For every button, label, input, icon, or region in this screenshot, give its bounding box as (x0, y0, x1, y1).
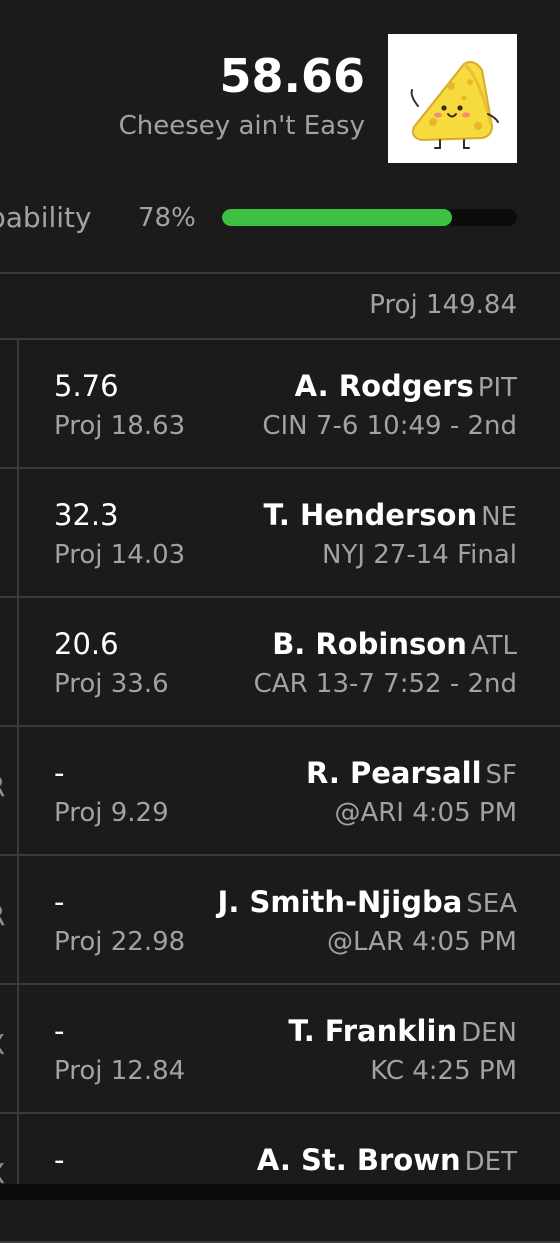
player-name[interactable]: R. Pearsall (306, 756, 482, 790)
player-name-line[interactable]: A. St. Brown DET (257, 1142, 517, 1180)
player-points: 5.76 (54, 369, 119, 403)
cheese-character-icon (410, 61, 499, 149)
player-name[interactable]: T. Henderson (263, 498, 477, 532)
team-score: 58.66 (219, 49, 365, 103)
player-row[interactable]: 32.3 Proj 14.03 T. Henderson NE NYJ 27-14 Fi… (0, 469, 560, 598)
player-name-line[interactable]: R. Pearsall SF (306, 755, 517, 793)
game-status: @ARI 4:05 PM (334, 798, 517, 828)
game-status: NYJ 27-14 Final (322, 540, 517, 570)
player-points: - (54, 1143, 65, 1177)
game-status: @LAR 4:05 PM (327, 927, 517, 957)
game-status: CIN 7-6 10:49 - 2nd (262, 411, 517, 441)
player-team: SEA (466, 889, 517, 919)
position-label: X (0, 1025, 5, 1065)
player-row[interactable]: X-A. St. BrownDET (0, 1114, 560, 1243)
player-points: - (54, 1014, 65, 1048)
player-projection: Proj 14.03 (54, 540, 186, 570)
player-points: 20.6 (54, 627, 119, 661)
player-team: SF (485, 760, 517, 790)
player-row[interactable]: 20.6 Proj 33.6 B. Robinson ATL CAR 13-7 7:52… (0, 598, 560, 727)
player-team: NE (481, 502, 517, 532)
player-name[interactable]: T. Franklin (288, 1014, 457, 1048)
player-row[interactable]: X - Proj 12.84 T. FranklinDEN KC 4:25 PM (0, 985, 560, 1114)
game-status: CAR 13-7 7:52 - 2nd (253, 669, 517, 699)
player-team: PIT (477, 373, 517, 403)
player-points: - (54, 756, 65, 790)
player-points: - (54, 885, 65, 919)
player-name[interactable]: A. St. Brown (257, 1143, 461, 1177)
bottom-nav-edge (0, 1184, 560, 1200)
win-probability-bar (222, 209, 517, 226)
position-label: R (0, 896, 5, 936)
player-row[interactable]: 5.76 Proj 18.63 A. Rodgers PIT CIN 7-6 10:49… (0, 340, 560, 469)
player-points: 32.3 (54, 498, 119, 532)
player-team: DET (464, 1147, 517, 1177)
player-row[interactable]: R - Proj 22.98 J. Smith-NjigbaSEA @LAR 4:05 … (0, 856, 560, 985)
player-projection: Proj 33.6 (54, 669, 169, 699)
matchup-header: 58.66 Cheesey ain't Easy bability (0, 0, 560, 272)
player-team: DEN (461, 1018, 517, 1048)
projected-total: Proj 149.84 (369, 290, 517, 320)
player-projection: Proj 9.29 (54, 798, 169, 828)
player-name-line[interactable]: A. Rodgers PIT (295, 368, 517, 406)
win-probability-fill (222, 209, 453, 226)
player-name[interactable]: B. Robinson (272, 627, 467, 661)
player-name-line[interactable]: T. Henderson NE (263, 497, 517, 535)
divider (0, 272, 560, 274)
player-name[interactable]: A. Rodgers (295, 369, 474, 403)
position-label: R (0, 767, 5, 807)
player-projection: Proj 12.84 (54, 1056, 186, 1086)
player-name[interactable]: J. Smith-Njigba (218, 885, 463, 919)
player-projection: Proj 18.63 (54, 411, 186, 441)
position-column-divider (17, 340, 19, 1200)
player-name-line[interactable]: B. Robinson ATL (272, 626, 517, 664)
player-row[interactable]: R - Proj 9.29 R. PearsallSF @ARI 4:05 PM (0, 727, 560, 856)
game-status: KC 4:25 PM (370, 1056, 517, 1086)
player-projection: Proj 22.98 (54, 927, 186, 957)
team-avatar[interactable] (388, 34, 517, 163)
win-probability-value: 78% (138, 203, 196, 233)
team-name[interactable]: Cheesey ain't Easy (119, 108, 365, 144)
player-name-line[interactable]: T. Franklin DEN (288, 1013, 517, 1051)
player-team: ATL (470, 631, 517, 661)
player-name-line[interactable]: J. Smith-Njigba SEA (218, 884, 517, 922)
win-probability-label: bability (0, 201, 92, 234)
